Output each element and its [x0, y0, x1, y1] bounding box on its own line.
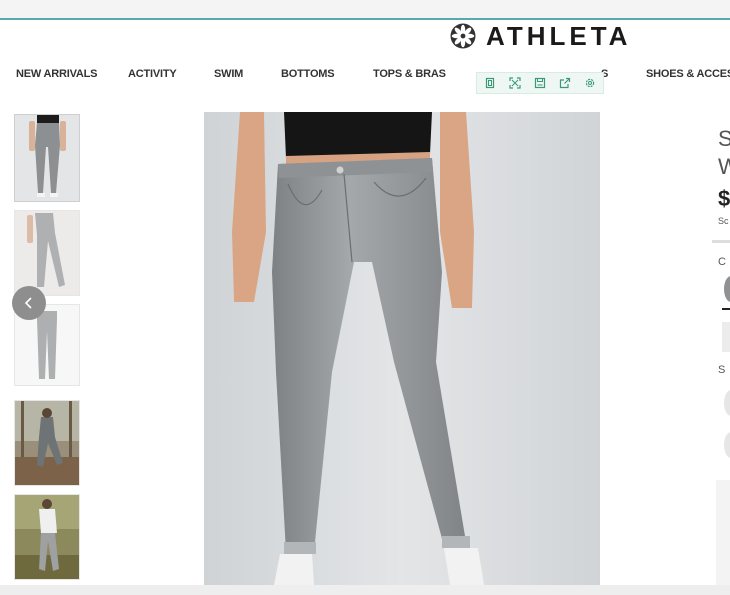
bottom-bar: [0, 585, 730, 595]
nav-bottoms[interactable]: BOTTOMS: [281, 68, 335, 80]
expand-icon[interactable]: [508, 76, 522, 90]
product-subtext: Sc: [718, 216, 729, 226]
nav-activity[interactable]: ACTIVITY: [128, 68, 177, 80]
thumbnail-outdoor-view[interactable]: [14, 400, 80, 486]
product-title-line1: S: [718, 126, 730, 151]
main-navigation: NEW ARRIVALS ACTIVITY SWIM BOTTOMS TOPS …: [0, 68, 730, 86]
product-price: $: [718, 186, 730, 211]
nav-swim[interactable]: SWIM: [214, 68, 243, 80]
product-info-panel: S W $ Sc C S: [712, 112, 730, 585]
chevron-left-icon: [24, 297, 32, 309]
nav-shoes-and-accessories[interactable]: SHOES & ACCESS: [646, 68, 730, 80]
nav-new-arrivals[interactable]: NEW ARRIVALS: [16, 68, 98, 80]
panel-lower-block: [716, 480, 730, 585]
brand-name: ATHLETA: [486, 20, 632, 51]
save-icon[interactable]: [533, 76, 547, 90]
share-icon[interactable]: [558, 76, 572, 90]
color-label: C: [718, 256, 726, 268]
color-swatch[interactable]: [724, 276, 730, 302]
size-option-2[interactable]: [724, 432, 730, 458]
image-toolbar: [476, 72, 604, 94]
browser-top-bar: [0, 0, 730, 18]
brand-logo[interactable]: ATHLETA: [450, 20, 632, 51]
athleta-logo-icon: [450, 23, 476, 49]
gallery-prev-button[interactable]: [12, 286, 46, 320]
copy-icon[interactable]: [483, 76, 497, 90]
product-title-line2: W: [718, 154, 730, 179]
thumbnail-walking-view[interactable]: [14, 210, 80, 296]
swatch-underline: [722, 308, 730, 310]
thumbnail-front-view[interactable]: [14, 114, 80, 202]
nav-tops-and-bras[interactable]: TOPS & BRAS: [373, 68, 446, 80]
thumbnail-outdoor-jacket-view[interactable]: [14, 494, 80, 580]
select-box[interactable]: [722, 322, 730, 352]
settings-icon[interactable]: [583, 76, 597, 90]
main-product-image[interactable]: [204, 112, 600, 585]
size-option-1[interactable]: [724, 390, 730, 416]
panel-divider: [712, 240, 730, 243]
size-label: S: [718, 364, 726, 376]
